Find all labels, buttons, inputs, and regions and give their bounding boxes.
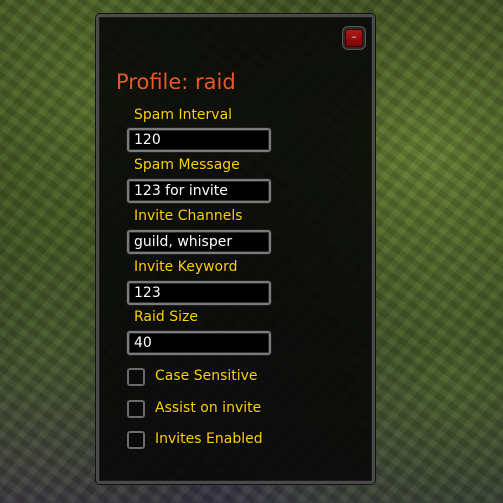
invite-channels-label: Invite Channels bbox=[134, 208, 243, 224]
invites-enabled-checkbox[interactable] bbox=[127, 431, 145, 449]
invites-enabled-label: Invites Enabled bbox=[155, 431, 263, 447]
spam-message-label: Spam Message bbox=[134, 157, 240, 173]
spam-message-field[interactable] bbox=[127, 179, 271, 203]
spam-interval-label: Spam Interval bbox=[134, 107, 233, 123]
assist-on-invite-checkbox[interactable] bbox=[127, 400, 145, 418]
invite-keyword-label: Invite Keyword bbox=[134, 259, 238, 275]
raid-size-label: Raid Size bbox=[134, 309, 198, 325]
invite-keyword-field[interactable] bbox=[127, 281, 271, 305]
invite-channels-field[interactable] bbox=[127, 230, 271, 254]
spam-interval-field[interactable] bbox=[127, 128, 271, 152]
assist-on-invite-label: Assist on invite bbox=[155, 400, 262, 416]
profile-settings-window: – Profile: raid Spam Interval Spam Messa… bbox=[96, 14, 375, 484]
case-sensitive-checkbox[interactable] bbox=[127, 368, 145, 386]
invite-channels-input[interactable] bbox=[134, 233, 266, 251]
spam-interval-input[interactable] bbox=[134, 131, 266, 149]
close-button[interactable]: – bbox=[345, 29, 363, 47]
raid-size-input[interactable] bbox=[134, 334, 266, 352]
raid-size-field[interactable] bbox=[127, 331, 271, 355]
window-title: Profile: raid bbox=[116, 70, 236, 94]
case-sensitive-label: Case Sensitive bbox=[155, 368, 258, 384]
invite-keyword-input[interactable] bbox=[134, 284, 266, 302]
spam-message-input[interactable] bbox=[134, 182, 266, 200]
